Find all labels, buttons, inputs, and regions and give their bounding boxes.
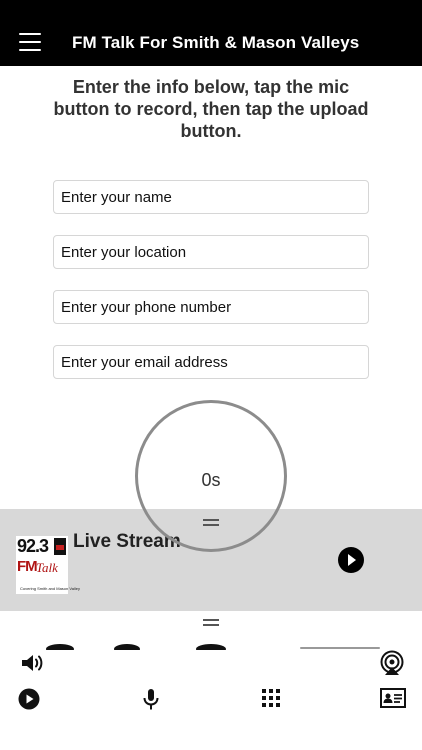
email-input[interactable]: [53, 345, 369, 379]
location-input[interactable]: [53, 235, 369, 269]
hamburger-menu-icon[interactable]: [19, 30, 41, 52]
grid-icon[interactable]: [262, 689, 280, 707]
drag-handle-icon[interactable]: [203, 619, 219, 627]
station-logo: 92.3 FM Talk Covering Smith and Mason Va…: [16, 536, 80, 594]
app-title: FM Talk For Smith & Mason Valleys: [72, 33, 360, 52]
play-icon[interactable]: [18, 688, 40, 710]
name-input[interactable]: [53, 180, 369, 214]
volume-icon[interactable]: [20, 651, 44, 675]
app-header: FM Talk For Smith & Mason Valleys: [0, 0, 422, 66]
stream-play-button[interactable]: [338, 547, 364, 573]
microphone-icon[interactable]: [141, 688, 161, 712]
airplay-icon[interactable]: [379, 650, 405, 676]
record-timer: 0s: [201, 470, 221, 490]
instructions-text: Enter the info below, tap the mic button…: [53, 77, 369, 141]
app-screen: FM Talk For Smith & Mason Valleys Enter …: [0, 0, 422, 750]
phone-input[interactable]: [53, 290, 369, 324]
contact-card-icon[interactable]: [380, 688, 406, 710]
partial-content-row: [0, 636, 422, 650]
record-button[interactable]: 0s: [135, 400, 287, 552]
